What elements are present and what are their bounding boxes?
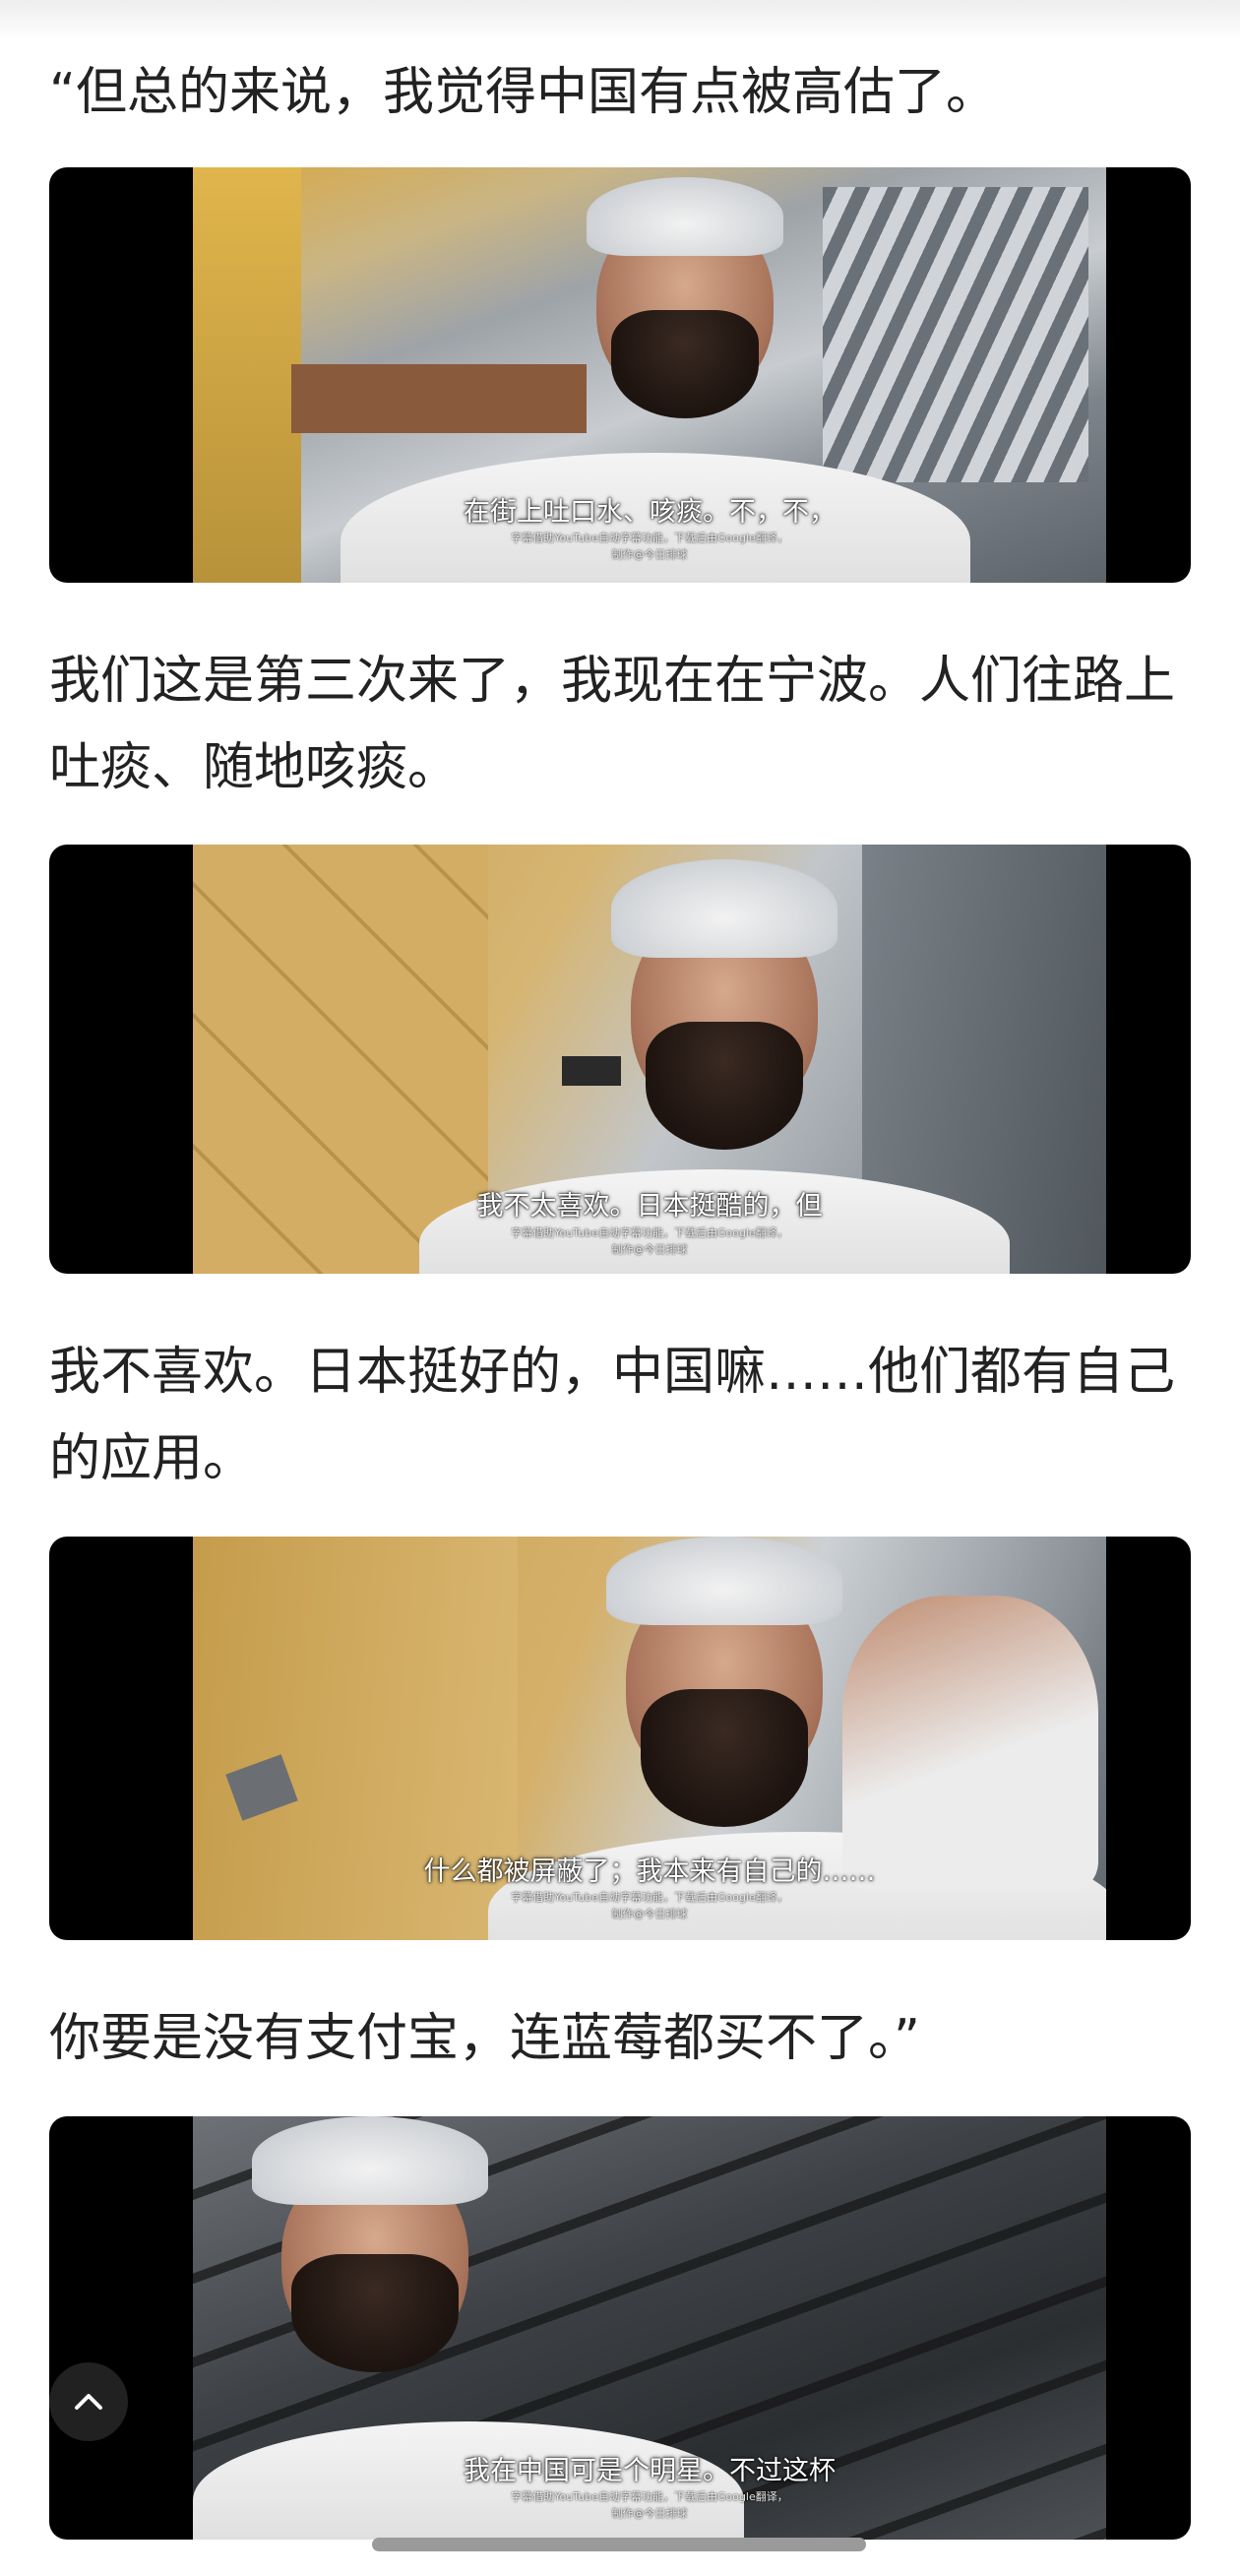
video-frame[interactable]: 我不太喜欢。日本挺酷的，但 字幕借助YouTube自动字幕功能，下载后由Goog… — [49, 845, 1191, 1274]
video-scene: 什么都被屏蔽了；我本来有自己的…… 字幕借助YouTube自动字幕功能，下载后由… — [193, 1537, 1106, 1940]
video-credit: 制作@今日排球 — [611, 548, 688, 561]
fire-escape — [823, 187, 1088, 482]
article-paragraph: 我们这是第三次来了，我现在在宁波。人们往路上吐痰、随地咳痰。 — [49, 652, 1176, 797]
video-credit: 制作@今日排球 — [611, 2507, 688, 2520]
video-credit: 制作@今日排球 — [611, 1243, 688, 1256]
video-credit: 字幕借助YouTube自动字幕功能，下载后由Google翻译， — [511, 1226, 788, 1239]
video-subtitle: 在街上吐口水、咳痰。不，不， — [464, 497, 836, 528]
video-frame[interactable]: 什么都被屏蔽了；我本来有自己的…… 字幕借助YouTube自动字幕功能，下载后由… — [49, 1537, 1191, 1940]
article-paragraph: 我不喜欢。日本挺好的，中国嘛……他们都有自己的应用。 — [49, 1343, 1176, 1488]
video-scene: 我不太喜欢。日本挺酷的，但 字幕借助YouTube自动字幕功能，下载后由Goog… — [193, 845, 1106, 1274]
scroll-to-top-button[interactable] — [49, 2362, 128, 2441]
article-paragraph: 你要是没有支付宝，连蓝莓都买不了。” — [49, 2009, 920, 2068]
video-subtitle: 我在中国可是个明星。不过这杯 — [464, 2456, 836, 2486]
video-subtitle: 我不太喜欢。日本挺酷的，但 — [476, 1191, 823, 1222]
video-subtitle: 什么都被屏蔽了；我本来有自己的…… — [423, 1856, 876, 1887]
status-bar-fade — [0, 0, 1240, 39]
balcony — [291, 364, 587, 433]
article-paragraph: “但总的来说，我觉得中国有点被高估了。 — [49, 63, 997, 122]
video-credit: 字幕借助YouTube自动字幕功能，下载后由Google翻译， — [511, 1891, 788, 1904]
video-scene: 我在中国可是个明星。不过这杯 字幕借助YouTube自动字幕功能，下载后由Goo… — [193, 2116, 1106, 2540]
video-scene: 在街上吐口水、咳痰。不，不， 字幕借助YouTube自动字幕功能，下载后由Goo… — [193, 167, 1106, 583]
video-credit: 字幕借助YouTube自动字幕功能，下载后由Google翻译， — [511, 532, 788, 544]
chevron-up-icon — [75, 2394, 102, 2410]
video-credit: 制作@今日排球 — [611, 1908, 688, 1920]
video-frame[interactable]: 我在中国可是个明星。不过这杯 字幕借助YouTube自动字幕功能，下载后由Goo… — [49, 2116, 1191, 2540]
home-indicator — [372, 2538, 866, 2551]
window — [562, 1056, 621, 1086]
video-credit: 字幕借助YouTube自动字幕功能，下载后由Google翻译， — [511, 2490, 788, 2503]
video-frame[interactable]: 在街上吐口水、咳痰。不，不， 字幕借助YouTube自动字幕功能，下载后由Goo… — [49, 167, 1191, 583]
